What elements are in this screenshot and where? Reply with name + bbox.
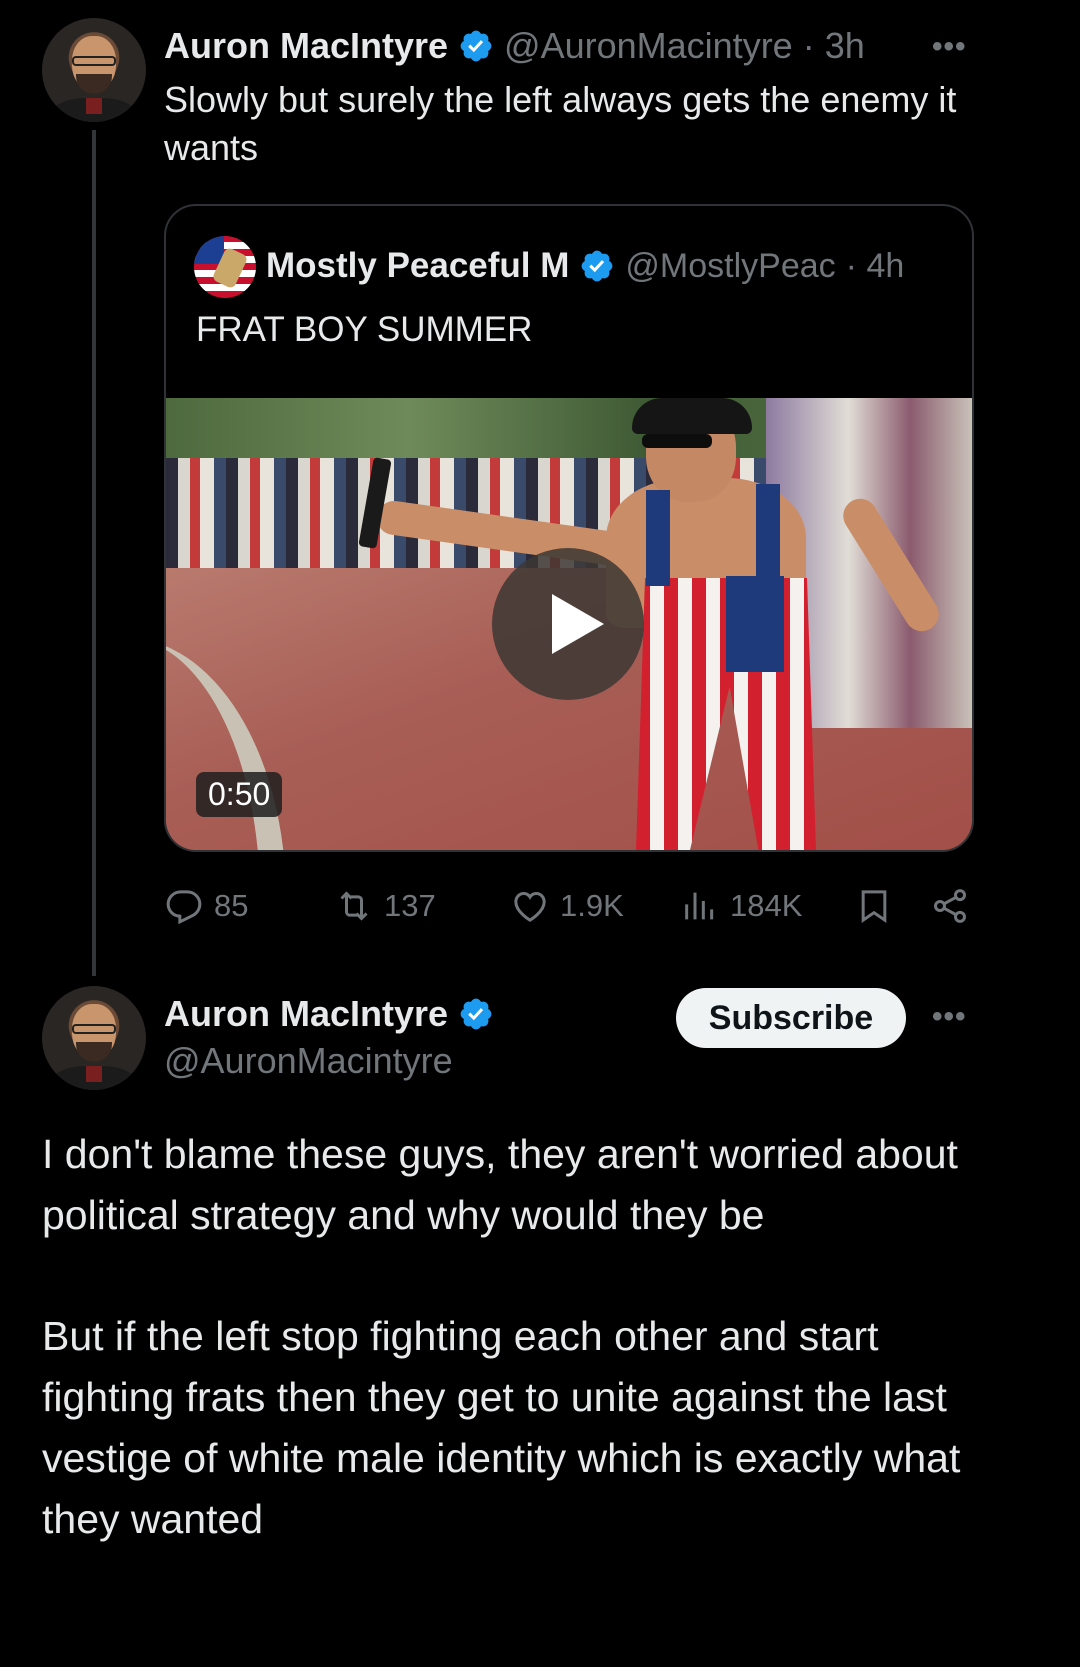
quoted-tweet-text: FRAT BOY SUMMER xyxy=(196,310,533,349)
quoted-avatar[interactable] xyxy=(194,236,256,298)
bookmark-icon xyxy=(861,890,887,924)
verified-badge-icon xyxy=(582,250,613,282)
more-icon[interactable]: ••• xyxy=(932,1000,967,1034)
author-name[interactable]: Auron MacIntyre xyxy=(164,993,448,1035)
like-icon xyxy=(514,891,546,922)
reply-count: 85 xyxy=(214,888,249,923)
verified-badge-icon xyxy=(460,30,492,62)
quoted-header: Mostly Peaceful M @MostlyPeac · 4h xyxy=(266,242,966,290)
reply-icon xyxy=(166,890,202,925)
subscribe-button[interactable]: Subscribe xyxy=(676,988,906,1048)
share-button[interactable] xyxy=(930,886,970,926)
quoted-timestamp[interactable]: · 4h xyxy=(846,247,905,286)
like-count: 1.9K xyxy=(560,888,624,923)
play-icon[interactable] xyxy=(492,548,644,700)
avatar-beard xyxy=(76,74,112,94)
video-thumbnail[interactable]: 0:50 xyxy=(166,398,972,850)
like-button[interactable]: 1.9K xyxy=(510,886,624,926)
author-handle[interactable]: @AuronMacintyre xyxy=(504,25,793,67)
reply-button[interactable]: 85 xyxy=(164,886,248,926)
repost-icon xyxy=(340,891,368,921)
avatar[interactable] xyxy=(42,986,146,1090)
tweet-header: Auron MacIntyre @AuronMacintyre · 3h xyxy=(164,22,984,70)
tweet-body-paragraph: I don't blame these guys, they aren't wo… xyxy=(42,1131,958,1238)
avatar[interactable] xyxy=(42,18,146,122)
view-count: 184K xyxy=(730,888,803,923)
avatar-glasses xyxy=(72,1024,116,1034)
quoted-tweet-card[interactable]: Mostly Peaceful M @MostlyPeac · 4h FRAT … xyxy=(164,204,974,852)
more-icon[interactable]: ••• xyxy=(932,30,967,64)
tweet-body-paragraph: But if the left stop fighting each other… xyxy=(42,1313,961,1542)
reply-author-row: Auron MacIntyre xyxy=(164,990,494,1038)
avatar-collar xyxy=(86,1066,102,1082)
avatar-collar xyxy=(86,98,102,114)
author-handle[interactable]: @AuronMacintyre xyxy=(164,1040,453,1082)
tweet-text: Slowly but surely the left always gets t… xyxy=(164,79,957,168)
thread-line xyxy=(92,130,96,976)
views-icon xyxy=(685,892,714,920)
avatar-glasses xyxy=(72,56,116,66)
repost-button[interactable]: 137 xyxy=(334,886,436,926)
quoted-author-name[interactable]: Mostly Peaceful M xyxy=(266,246,569,286)
share-icon xyxy=(933,889,967,923)
avatar-beard xyxy=(76,1042,112,1062)
bookmark-button[interactable] xyxy=(854,886,894,926)
repost-count: 137 xyxy=(384,888,436,923)
author-name[interactable]: Auron MacIntyre xyxy=(164,25,448,67)
views-button[interactable]: 184K xyxy=(680,886,802,926)
verified-badge-icon xyxy=(460,998,492,1030)
timestamp[interactable]: · 3h xyxy=(803,25,865,67)
video-duration: 0:50 xyxy=(196,772,283,817)
quoted-author-handle[interactable]: @MostlyPeac xyxy=(625,247,835,286)
